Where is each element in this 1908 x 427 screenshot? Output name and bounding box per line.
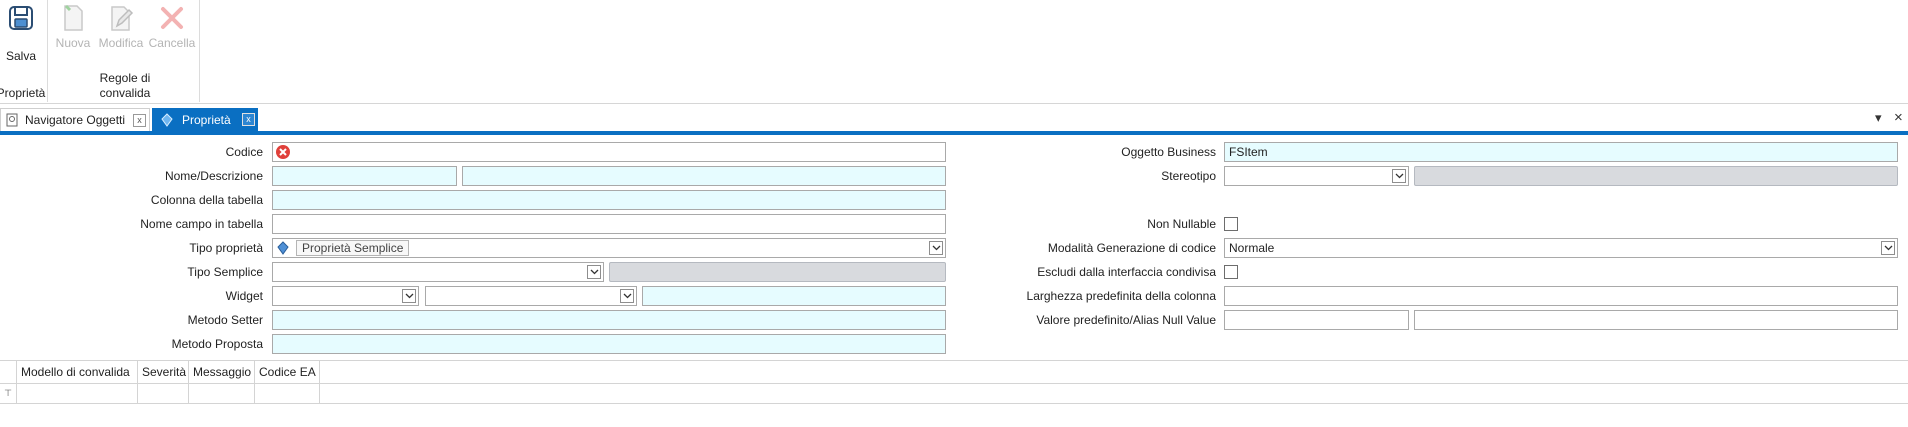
stereotipo-select[interactable] xyxy=(1224,166,1409,186)
group-separator xyxy=(199,0,200,102)
nome-campo-label: Nome campo in tabella xyxy=(140,217,263,231)
filter-cell-codice-ea[interactable] xyxy=(255,384,320,404)
group-properties-label: Proprietà xyxy=(0,86,46,100)
chevron-down-icon[interactable] xyxy=(620,289,634,303)
error-icon xyxy=(276,145,290,159)
valore-field[interactable] xyxy=(1224,310,1409,330)
save-icon xyxy=(9,6,33,30)
nome-field[interactable] xyxy=(272,166,457,186)
save-button-label: Salva xyxy=(5,49,37,63)
close-panel-icon[interactable]: × xyxy=(1894,109,1903,126)
modalita-value: Normale xyxy=(1229,241,1275,255)
metodo-setter-label: Metodo Setter xyxy=(187,313,263,327)
tipo-semplice-label: Tipo Semplice xyxy=(187,265,263,279)
close-tab-icon[interactable]: x xyxy=(242,113,255,126)
escludi-checkbox[interactable] xyxy=(1224,265,1238,279)
widget-select-2[interactable] xyxy=(425,286,637,306)
oggetto-business-label: Oggetto Business xyxy=(1121,145,1216,159)
column-header-codice-ea[interactable]: Codice EA xyxy=(255,361,320,384)
tab-proprieta[interactable]: Proprietà x xyxy=(152,108,258,131)
valore-label: Valore predefinito/Alias Null Value xyxy=(1036,313,1216,327)
larghezza-label: Larghezza predefinita della colonna xyxy=(1026,289,1216,303)
non-nullable-label: Non Nullable xyxy=(1147,217,1216,231)
widget-select-1[interactable] xyxy=(272,286,419,306)
save-button[interactable]: Salva xyxy=(4,4,38,63)
group-validation-label: Regole di convalida xyxy=(99,71,151,100)
metodo-setter-field[interactable] xyxy=(272,310,946,330)
modalita-select[interactable]: Normale xyxy=(1224,238,1898,258)
tipo-semplice-select[interactable] xyxy=(272,262,604,282)
document-tab-bar: Navigatore Oggetti x Proprietà x ▾ × xyxy=(0,108,1908,135)
tipo-semplice-detail-field xyxy=(609,262,946,282)
codice-label: Codice xyxy=(225,145,263,159)
chevron-down-icon[interactable] xyxy=(1881,241,1895,255)
nome-campo-field[interactable] xyxy=(272,214,946,234)
new-button[interactable]: Nuova xyxy=(53,4,93,50)
filter-cell-messaggio[interactable] xyxy=(189,384,255,404)
column-header-messaggio[interactable]: Messaggio xyxy=(189,361,255,384)
ribbon: Salva Proprietà Nuova Modifica Cancella … xyxy=(0,0,1908,104)
stereotipo-detail-field xyxy=(1414,166,1898,186)
colonna-field[interactable] xyxy=(272,190,946,210)
filter-row-icon-cell[interactable]: ⊤ xyxy=(0,384,17,404)
property-type-icon xyxy=(277,241,289,255)
stereotipo-label: Stereotipo xyxy=(1161,169,1216,183)
new-button-label: Nuova xyxy=(55,36,91,50)
descrizione-field[interactable] xyxy=(462,166,946,186)
column-header-modello[interactable]: Modello di convalida xyxy=(17,361,138,384)
non-nullable-checkbox[interactable] xyxy=(1224,217,1238,231)
larghezza-field[interactable] xyxy=(1224,286,1898,306)
filter-row-filler xyxy=(320,384,1908,404)
edit-icon xyxy=(111,6,134,31)
chevron-down-icon[interactable] xyxy=(1392,169,1406,183)
chevron-down-icon[interactable] xyxy=(402,289,416,303)
modalita-label: Modalità Generazione di codice xyxy=(1047,241,1216,255)
oggetto-business-value: FSItem xyxy=(1229,145,1268,159)
tab-navigatore-oggetti[interactable]: Navigatore Oggetti x xyxy=(0,108,150,131)
edit-button[interactable]: Modifica xyxy=(96,4,146,50)
property-icon xyxy=(161,112,173,127)
codice-field[interactable] xyxy=(272,142,946,162)
close-tab-icon[interactable]: x xyxy=(133,114,146,127)
metodo-proposta-label: Metodo Proposta xyxy=(171,337,263,351)
tipo-proprieta-label: Tipo proprietà xyxy=(189,241,263,255)
edit-button-label: Modifica xyxy=(98,36,144,50)
tab-label: Proprietà xyxy=(182,112,231,127)
grid-header-filler xyxy=(320,361,1908,384)
chevron-down-icon[interactable] xyxy=(929,241,943,255)
filter-cell-modello[interactable] xyxy=(17,384,138,404)
widget-label: Widget xyxy=(225,289,263,303)
metodo-proposta-field[interactable] xyxy=(272,334,946,354)
tipo-proprieta-select[interactable]: Proprietà Semplice xyxy=(272,238,946,258)
oggetto-business-field[interactable]: FSItem xyxy=(1224,142,1898,162)
grid-row-header xyxy=(0,361,17,384)
filter-icon: ⊤ xyxy=(4,388,12,398)
chevron-down-icon[interactable] xyxy=(587,265,601,279)
escludi-label: Escludi dalla interfaccia condivisa xyxy=(1037,265,1216,279)
group-separator xyxy=(47,0,48,102)
filter-cell-severita[interactable] xyxy=(138,384,189,404)
navigator-icon xyxy=(6,113,18,127)
nome-descrizione-label: Nome/Descrizione xyxy=(164,169,263,183)
colonna-label: Colonna della tabella xyxy=(150,193,263,207)
delete-button-label: Cancella xyxy=(148,36,196,50)
delete-icon xyxy=(161,7,183,29)
widget-field[interactable] xyxy=(642,286,946,306)
column-header-severita[interactable]: Severità xyxy=(138,361,189,384)
tipo-proprieta-value: Proprietà Semplice xyxy=(296,240,410,256)
tab-accent-line xyxy=(0,131,1908,135)
tab-list-dropdown-icon[interactable]: ▾ xyxy=(1875,110,1882,126)
delete-button[interactable]: Cancella xyxy=(148,4,196,50)
tab-label: Navigatore Oggetti xyxy=(25,113,126,127)
new-document-icon xyxy=(64,4,83,31)
validation-rules-grid: Modello di convalida Severità Messaggio … xyxy=(0,360,1908,427)
alias-null-field[interactable] xyxy=(1414,310,1898,330)
